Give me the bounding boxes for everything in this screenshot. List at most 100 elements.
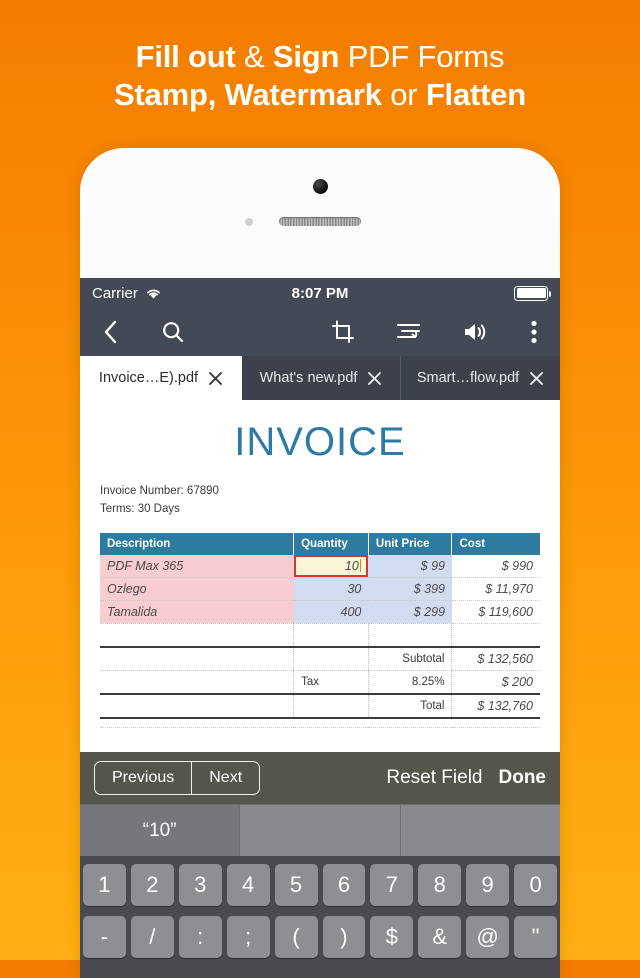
key-0[interactable]: 0 bbox=[514, 864, 558, 906]
promo-normal-or: or bbox=[381, 76, 426, 112]
previous-field-button[interactable]: Previous bbox=[95, 762, 191, 794]
table-spacer-row bbox=[100, 623, 540, 648]
key-8[interactable]: 8 bbox=[418, 864, 462, 906]
spacer-cell bbox=[451, 623, 540, 648]
summary-blank bbox=[293, 645, 369, 671]
summary-row-tax: Tax 8.25% $ 200 bbox=[100, 670, 540, 695]
tab-invoice[interactable]: Invoice…E).pdf bbox=[80, 356, 242, 400]
column-header-description: Description bbox=[100, 532, 295, 555]
summary-left bbox=[100, 692, 294, 719]
cell-description[interactable]: Tamalida bbox=[100, 600, 294, 624]
cell-unit-price[interactable]: $ 299 bbox=[368, 600, 452, 624]
suggestion-1[interactable]: “10” bbox=[80, 805, 241, 856]
earpiece-speaker bbox=[279, 217, 361, 226]
cell-quantity[interactable]: 400 bbox=[293, 600, 369, 624]
back-icon[interactable] bbox=[80, 308, 142, 356]
table-row: Ozlego 30 $ 399 $ 11,970 bbox=[100, 577, 540, 601]
suggestion-2[interactable] bbox=[240, 805, 401, 856]
cell-unit-price[interactable]: $ 399 bbox=[368, 577, 452, 601]
rule-cell bbox=[100, 716, 294, 728]
done-button[interactable]: Done bbox=[499, 767, 547, 789]
key-2[interactable]: 2 bbox=[130, 864, 174, 906]
rule-cell bbox=[451, 716, 540, 728]
table-row: Tamalida 400 $ 299 $ 119,600 bbox=[100, 600, 540, 624]
quantity-field-value: 10 bbox=[344, 558, 359, 573]
key-6[interactable]: 6 bbox=[322, 864, 366, 906]
promo-bold-flatten: Flatten bbox=[425, 76, 527, 112]
column-header-unit-price: Unit Price bbox=[368, 532, 453, 555]
battery-full-icon bbox=[514, 285, 551, 301]
summary-value-tax: $ 200 bbox=[451, 670, 540, 695]
field-navigation-segmented-control: Previous Next bbox=[94, 761, 261, 795]
key-dollar[interactable]: $ bbox=[370, 916, 414, 958]
key-5[interactable]: 5 bbox=[274, 864, 318, 906]
key-hyphen[interactable]: - bbox=[82, 916, 126, 958]
key-ampersand[interactable]: & bbox=[418, 916, 462, 958]
summary-label-subtotal: Subtotal bbox=[367, 645, 452, 671]
invoice-meta: Invoice Number: 67890 Terms: 30 Days bbox=[100, 483, 540, 519]
front-camera-icon bbox=[313, 179, 328, 194]
spacer-cell bbox=[100, 623, 294, 648]
page-title: INVOICE bbox=[234, 420, 406, 464]
promo-headline: Fill out & Sign PDF Forms Stamp, Waterma… bbox=[0, 38, 640, 114]
crop-icon[interactable] bbox=[310, 308, 376, 356]
table-bottom-rule bbox=[100, 716, 540, 728]
summary-value-total: $ 132,760 bbox=[451, 692, 540, 719]
invoice-terms-line: Terms: 30 Days bbox=[100, 502, 180, 515]
summary-value-subtotal: $ 132,560 bbox=[451, 645, 540, 671]
key-7[interactable]: 7 bbox=[370, 864, 414, 906]
cell-description[interactable]: Ozlego bbox=[100, 577, 294, 601]
close-icon[interactable] bbox=[529, 371, 544, 386]
spacer-cell bbox=[293, 623, 369, 648]
key-1[interactable]: 1 bbox=[82, 864, 126, 906]
cell-cost[interactable]: $ 11,970 bbox=[451, 577, 540, 601]
promo-bold-stamp-watermark: Stamp, Watermark bbox=[113, 76, 382, 112]
promo-bold-sign: Sign bbox=[272, 39, 340, 74]
proximity-sensor-icon bbox=[245, 218, 253, 226]
table-row: PDF Max 365 10 $ 99 $ 990 bbox=[100, 554, 540, 578]
predictive-suggestion-bar: “10” bbox=[80, 804, 560, 856]
text-caret bbox=[359, 558, 362, 572]
overflow-menu-icon[interactable] bbox=[508, 308, 560, 356]
phone-screen: Carrier 8:07 PM Invoice…E).pdf What's ne… bbox=[80, 278, 560, 978]
quantity-field-active[interactable]: 10 bbox=[293, 554, 369, 578]
key-paren-close[interactable]: ) bbox=[322, 916, 366, 958]
cell-unit-price[interactable]: $ 99 bbox=[368, 554, 452, 578]
key-quote[interactable]: " bbox=[514, 916, 558, 958]
speaker-icon[interactable] bbox=[442, 308, 508, 356]
key-4[interactable]: 4 bbox=[226, 864, 270, 906]
tab-smart-flow[interactable]: Smart…flow.pdf bbox=[401, 356, 560, 400]
rule-cell bbox=[293, 716, 369, 728]
key-at[interactable]: @ bbox=[466, 916, 510, 958]
tab-whats-new[interactable]: What's new.pdf bbox=[242, 356, 401, 400]
pdf-document-view[interactable]: INVOICE Invoice Number: 67890 Terms: 30 … bbox=[80, 400, 560, 752]
summary-left-blank bbox=[100, 670, 294, 695]
table-header-row: Description Quantity Unit Price Cost bbox=[100, 532, 540, 555]
form-accessory-bar: Previous Next Reset Field Done bbox=[80, 752, 560, 804]
reset-field-button[interactable]: Reset Field bbox=[386, 767, 482, 789]
column-header-cost: Cost bbox=[451, 532, 540, 555]
cell-quantity[interactable]: 30 bbox=[293, 577, 369, 601]
close-icon[interactable] bbox=[208, 371, 223, 386]
key-colon[interactable]: : bbox=[178, 916, 222, 958]
key-slash[interactable]: / bbox=[130, 916, 174, 958]
promo-normal-pdf-forms: PDF Forms bbox=[339, 39, 505, 74]
cell-cost[interactable]: $ 119,600 bbox=[451, 600, 540, 624]
key-3[interactable]: 3 bbox=[178, 864, 222, 906]
suggestion-3[interactable] bbox=[401, 805, 560, 856]
reflow-text-icon[interactable] bbox=[376, 308, 442, 356]
search-icon[interactable] bbox=[142, 308, 204, 356]
app-toolbar bbox=[80, 308, 560, 356]
close-icon[interactable] bbox=[367, 371, 382, 386]
tab-invoice-label: Invoice…E).pdf bbox=[98, 370, 199, 386]
rule-cell bbox=[368, 716, 452, 728]
cell-description[interactable]: PDF Max 365 bbox=[100, 554, 294, 578]
next-field-button[interactable]: Next bbox=[191, 762, 259, 794]
key-semicolon[interactable]: ; bbox=[226, 916, 270, 958]
cell-cost[interactable]: $ 990 bbox=[451, 554, 540, 578]
key-paren-open[interactable]: ( bbox=[274, 916, 318, 958]
key-9[interactable]: 9 bbox=[466, 864, 510, 906]
tab-whats-new-label: What's new.pdf bbox=[259, 370, 358, 386]
keyboard-row-symbols: - / : ; ( ) $ & @ " bbox=[82, 916, 558, 958]
tab-smart-flow-label: Smart…flow.pdf bbox=[416, 370, 520, 386]
